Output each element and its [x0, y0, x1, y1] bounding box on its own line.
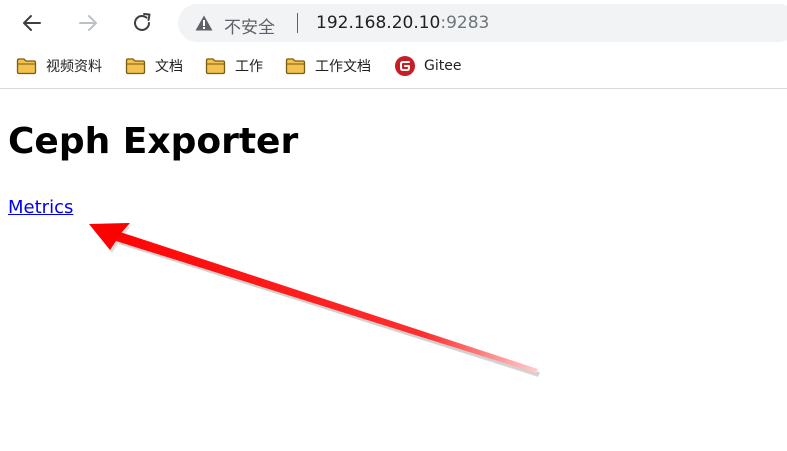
- back-arrow-icon: [23, 15, 41, 31]
- bookmark-docs[interactable]: 文档: [125, 53, 183, 79]
- browser-toolbar: 不安全 192.168.20.10:9283: [0, 0, 787, 46]
- back-button[interactable]: [15, 6, 49, 40]
- bookmark-work[interactable]: 工作: [205, 53, 263, 79]
- bookmark-label: 文档: [155, 59, 183, 75]
- forward-arrow-icon: [79, 15, 97, 31]
- url-port: :9283: [440, 13, 490, 33]
- forward-button[interactable]: [71, 6, 105, 40]
- folder-icon: [285, 58, 306, 75]
- bookmark-video-materials[interactable]: 视频资料: [16, 53, 102, 79]
- warning-triangle-icon[interactable]: [195, 15, 213, 31]
- gitee-icon: [395, 56, 415, 76]
- bookmark-label: Gitee: [424, 58, 462, 74]
- url-text[interactable]: 192.168.20.10:9283: [316, 13, 489, 33]
- bookmarks-bar: 视频资料 文档 工作 工作文档 Gitee: [0, 50, 787, 82]
- page-title: Ceph Exporter: [8, 121, 299, 162]
- reload-icon: [134, 13, 151, 31]
- reload-button[interactable]: [125, 6, 159, 40]
- folder-icon: [125, 58, 146, 75]
- metrics-link[interactable]: Metrics: [8, 197, 73, 218]
- folder-icon: [205, 58, 226, 75]
- bookmark-label: 视频资料: [46, 59, 102, 75]
- bookmark-work-docs[interactable]: 工作文档: [285, 53, 371, 79]
- folder-icon: [16, 58, 37, 75]
- page-content: Ceph Exporter Metrics: [0, 89, 787, 451]
- bookmark-gitee[interactable]: Gitee: [395, 53, 461, 79]
- security-status-label[interactable]: 不安全: [224, 13, 275, 38]
- bookmark-label: 工作文档: [315, 59, 371, 75]
- browser-chrome: 不安全 192.168.20.10:9283 视频资料 文档 工作 工作文档 G…: [0, 0, 787, 89]
- address-bar[interactable]: 不安全 192.168.20.10:9283: [178, 4, 787, 42]
- address-separator: [297, 13, 298, 33]
- bookmark-label: 工作: [235, 59, 263, 75]
- url-host: 192.168.20.10: [316, 13, 441, 33]
